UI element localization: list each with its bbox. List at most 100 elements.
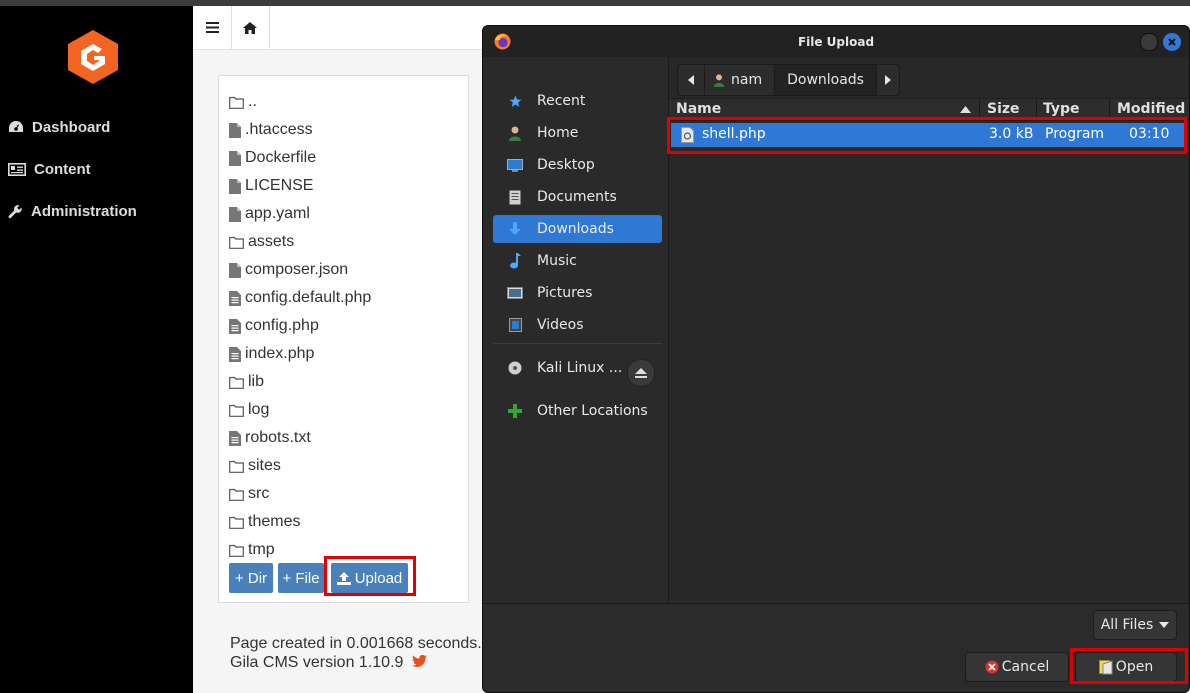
sidebar-item-dashboard[interactable]: Dashboard	[8, 115, 110, 139]
script-file-icon	[681, 127, 694, 143]
column-modified[interactable]: Modified	[1117, 101, 1185, 117]
place-label: Home	[537, 125, 579, 141]
wrench-icon	[8, 204, 22, 218]
place-label: Pictures	[537, 285, 593, 301]
place-kali-linux[interactable]: Kali Linux ...	[493, 354, 623, 382]
place-documents[interactable]: Documents	[493, 183, 662, 211]
place-pictures[interactable]: Pictures	[493, 279, 662, 307]
close-button[interactable]	[1163, 33, 1181, 51]
folder-icon	[229, 516, 244, 529]
sidebar-item-administration[interactable]: Administration	[8, 199, 137, 223]
column-type[interactable]: Type	[1043, 101, 1080, 117]
file-list-item[interactable]: src	[229, 482, 269, 506]
page-footer: Page created in 0.001668 seconds. Gila C…	[230, 634, 482, 672]
path-back-button[interactable]	[678, 65, 705, 95]
file-icon	[229, 122, 241, 138]
file-list-item-label: log	[248, 401, 270, 418]
folder-icon	[229, 236, 244, 249]
folder-icon	[229, 376, 244, 389]
videos-icon	[508, 318, 522, 332]
place-other-locations[interactable]: Other Locations	[493, 397, 662, 425]
file-list-item[interactable]: config.default.php	[229, 286, 371, 310]
eject-icon	[635, 368, 647, 378]
chevron-right-icon	[884, 75, 891, 85]
file-list-item[interactable]: ..	[229, 90, 257, 114]
file-list-item[interactable]: config.php	[229, 314, 319, 338]
place-music[interactable]: Music	[493, 247, 662, 275]
gila-logo[interactable]	[64, 28, 122, 91]
file-row[interactable]: shell.php 3.0 kB Program 03:10	[671, 123, 1185, 147]
file-list-item-label: lib	[248, 373, 265, 390]
home-user-icon	[713, 74, 725, 87]
path-segment-downloads[interactable]: Downloads	[775, 65, 877, 95]
add-dir-button[interactable]: + Dir	[229, 563, 273, 593]
add-file-button[interactable]: + File	[278, 563, 324, 593]
downloads-icon	[509, 222, 521, 235]
dialog-titlebar[interactable]: File Upload	[483, 26, 1189, 57]
place-videos[interactable]: Videos	[493, 311, 662, 339]
file-list-item[interactable]: .htaccess	[229, 118, 313, 142]
sidebar: Dashboard Content Administration	[0, 6, 193, 693]
place-label: Music	[537, 253, 577, 269]
file-list-item[interactable]: app.yaml	[229, 202, 310, 226]
file-list-item-label: composer.json	[245, 261, 349, 278]
file-list-item[interactable]: sites	[229, 454, 281, 478]
version-text: Gila CMS version 1.10.9	[230, 654, 404, 671]
open-button[interactable]: Open	[1075, 652, 1177, 682]
file-upload-dialog: File Upload Recent Home Desktop Document…	[482, 25, 1190, 693]
open-label: Open	[1115, 659, 1154, 675]
file-filter-select[interactable]: All Files	[1093, 610, 1177, 640]
minimize-button[interactable]	[1140, 33, 1158, 51]
file-list-item[interactable]: lib	[229, 370, 264, 394]
file-list-item[interactable]: assets	[229, 230, 294, 254]
twitter-icon[interactable]	[411, 654, 427, 667]
path-forward-button[interactable]	[877, 65, 899, 95]
file-list-item[interactable]: log	[229, 398, 269, 422]
path-segment-label: nam	[731, 72, 763, 88]
file-list-item[interactable]: Dockerfile	[229, 146, 316, 170]
file-icon	[229, 262, 241, 278]
file-list-item[interactable]: themes	[229, 510, 300, 534]
place-home[interactable]: Home	[493, 119, 662, 147]
file-list-item-label: .htaccess	[245, 121, 313, 138]
file-list-item[interactable]: LICENSE	[229, 174, 313, 198]
text-file-icon	[229, 318, 241, 334]
file-list-item-label: tmp	[248, 541, 275, 558]
dialog-title: File Upload	[797, 35, 875, 49]
plus-icon	[508, 404, 522, 418]
eject-button[interactable]	[627, 359, 655, 387]
file-list-item[interactable]: tmp	[229, 538, 275, 562]
column-header: Name Size Type Modified	[669, 98, 1189, 121]
file-list-item[interactable]: composer.json	[229, 258, 348, 282]
place-label: Downloads	[537, 221, 614, 237]
sidebar-item-label: Dashboard	[32, 118, 111, 136]
menu-toggle-button[interactable]	[193, 6, 232, 49]
place-recent[interactable]: Recent	[493, 87, 662, 115]
text-file-icon	[229, 290, 241, 306]
page-created-text: Page created in 0.001668 seconds.	[230, 635, 482, 652]
file-list-item-label: robots.txt	[245, 429, 311, 446]
open-file-icon	[1098, 659, 1113, 674]
sidebar-item-label: Content	[34, 160, 91, 178]
home-icon	[243, 21, 257, 34]
file-list-item-label: Dockerfile	[245, 149, 317, 166]
dashboard-icon	[9, 121, 23, 132]
place-downloads[interactable]: Downloads	[493, 215, 662, 243]
file-list-item-label: themes	[248, 513, 301, 530]
home-button[interactable]	[231, 6, 270, 49]
upload-button[interactable]: Upload	[331, 563, 408, 593]
column-name[interactable]: Name	[676, 101, 721, 117]
sidebar-item-content[interactable]: Content	[8, 157, 91, 181]
close-icon	[1168, 38, 1176, 46]
text-file-icon	[229, 346, 241, 362]
text-file-icon	[229, 430, 241, 446]
path-segment-home[interactable]: nam	[705, 65, 776, 95]
column-size[interactable]: Size	[987, 101, 1020, 117]
file-list-item[interactable]: index.php	[229, 342, 314, 366]
sort-ascending-icon[interactable]	[960, 106, 971, 113]
place-desktop[interactable]: Desktop	[493, 151, 662, 179]
version-line: Gila CMS version 1.10.9	[230, 653, 482, 672]
cancel-button[interactable]: Cancel	[965, 652, 1069, 682]
file-list-item[interactable]: robots.txt	[229, 426, 311, 450]
places-sidebar: Recent Home Desktop Documents Downloads …	[483, 57, 669, 603]
